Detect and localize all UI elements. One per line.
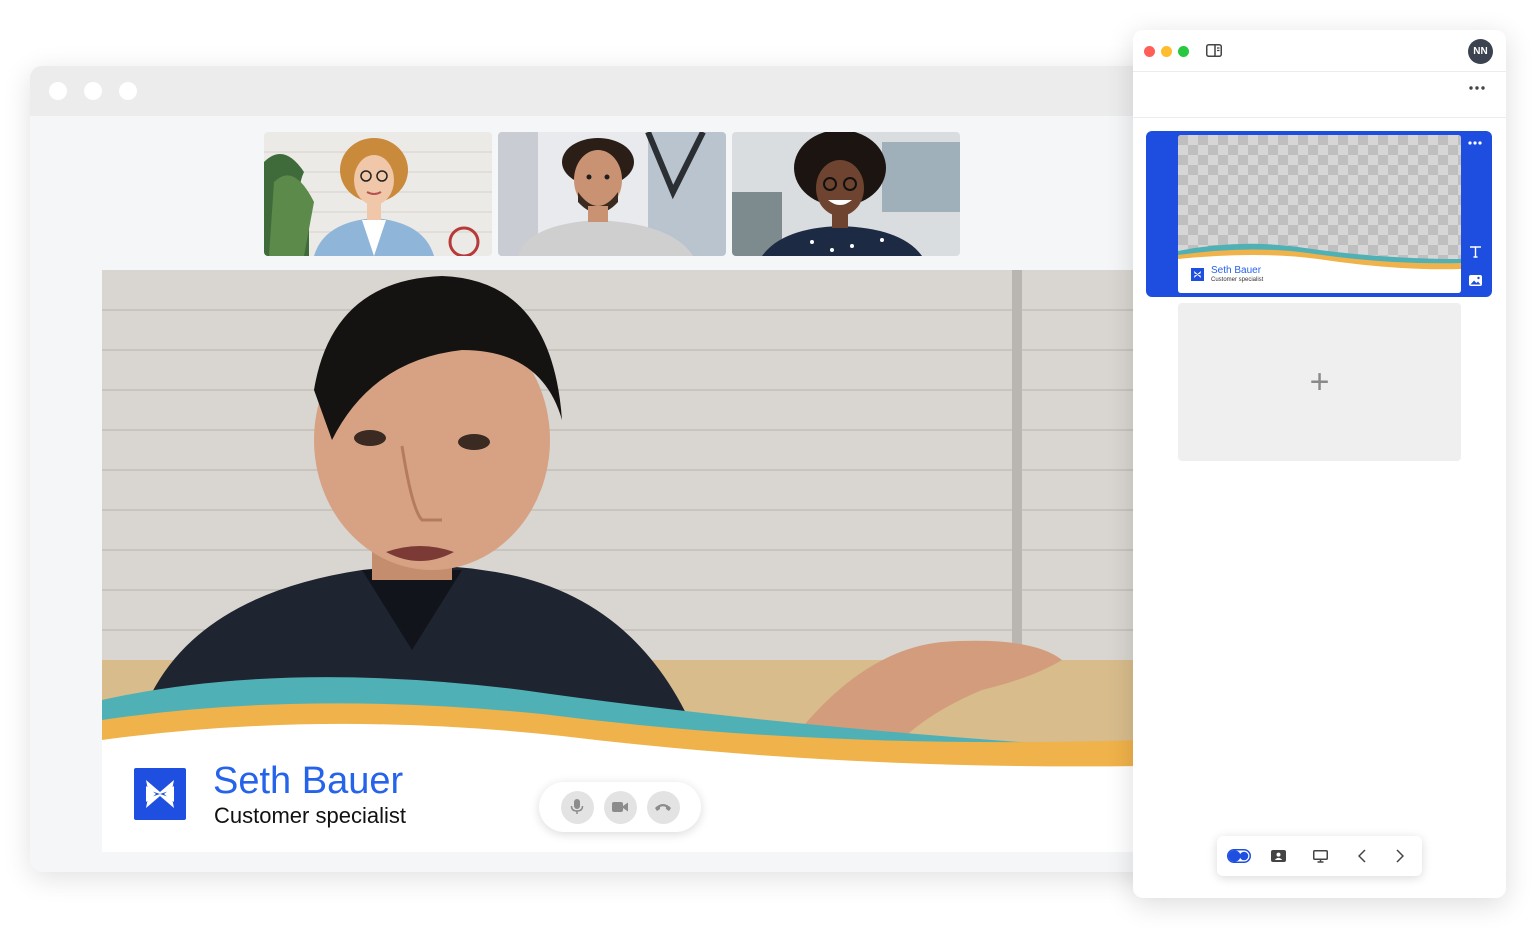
- window-dot[interactable]: [84, 82, 102, 100]
- image-tool-icon[interactable]: [1469, 275, 1482, 286]
- brand-logo-icon: [134, 768, 186, 820]
- participant-tile[interactable]: [264, 132, 492, 256]
- maximize-window-button[interactable]: [1178, 46, 1189, 57]
- previous-scene-button[interactable]: [1347, 836, 1377, 876]
- close-window-button[interactable]: [1144, 46, 1155, 57]
- scene-card-selected[interactable]: Seth Bauer Customer specialist: [1146, 131, 1492, 297]
- brand-mark-icon: [146, 780, 174, 808]
- meeting-titlebar: [30, 66, 1170, 116]
- call-controls: [539, 782, 701, 832]
- participant-man-beard-image: [498, 132, 726, 256]
- meeting-window: Seth Bauer Customer specialist: [30, 66, 1170, 872]
- minimize-window-button[interactable]: [1161, 46, 1172, 57]
- participant-tile[interactable]: [732, 132, 960, 256]
- chevron-right-icon: [1396, 849, 1404, 863]
- hang-up-button[interactable]: [646, 790, 680, 824]
- window-dot[interactable]: [119, 82, 137, 100]
- camera-icon: [612, 802, 628, 812]
- scene-preview: Seth Bauer Customer specialist: [1178, 135, 1461, 293]
- participant-woman-curly-hair-image: [264, 132, 492, 256]
- chevron-left-icon: [1358, 849, 1366, 863]
- plus-icon: +: [1309, 363, 1330, 401]
- screen-button[interactable]: [1305, 836, 1335, 876]
- add-scene-button[interactable]: +: [1178, 303, 1461, 461]
- brand-mark-icon: [1194, 271, 1201, 278]
- contact-card-icon: [1270, 850, 1286, 862]
- participant-tile[interactable]: [498, 132, 726, 256]
- panel-titlebar: NN: [1133, 30, 1506, 72]
- scenes-panel-window: NN Seth Bauer Customer specialist +: [1133, 30, 1506, 898]
- user-avatar[interactable]: NN: [1468, 39, 1493, 64]
- text-tool-icon[interactable]: [1469, 245, 1482, 258]
- active-speaker-stage: Seth Bauer Customer specialist: [102, 270, 1142, 852]
- scene-brand-logo-icon: [1191, 268, 1204, 281]
- sidebar-toggle-icon[interactable]: [1206, 44, 1222, 57]
- window-dot[interactable]: [49, 82, 67, 100]
- hang-up-icon: [655, 804, 671, 811]
- scene-name: Seth Bauer: [1211, 265, 1262, 276]
- next-scene-button[interactable]: [1385, 836, 1415, 876]
- toggle-on-icon: [1227, 849, 1251, 863]
- more-options-icon[interactable]: [1469, 86, 1485, 90]
- scene-role: Customer specialist: [1211, 277, 1264, 283]
- microphone-icon: [570, 799, 584, 814]
- mute-button[interactable]: [560, 790, 594, 824]
- participant-strip: [264, 132, 960, 256]
- participant-woman-afro-image: [732, 132, 960, 256]
- camera-button[interactable]: [603, 790, 637, 824]
- contact-card-button[interactable]: [1263, 836, 1293, 876]
- panel-toolbar: [1133, 72, 1506, 118]
- overlay-toggle[interactable]: [1223, 836, 1255, 876]
- speaker-role: Customer specialist: [214, 803, 406, 828]
- scene-toolbar: [1217, 836, 1422, 876]
- speaker-name: Seth Bauer: [213, 760, 404, 802]
- monitor-icon: [1312, 849, 1328, 863]
- scene-more-icon[interactable]: [1468, 141, 1482, 145]
